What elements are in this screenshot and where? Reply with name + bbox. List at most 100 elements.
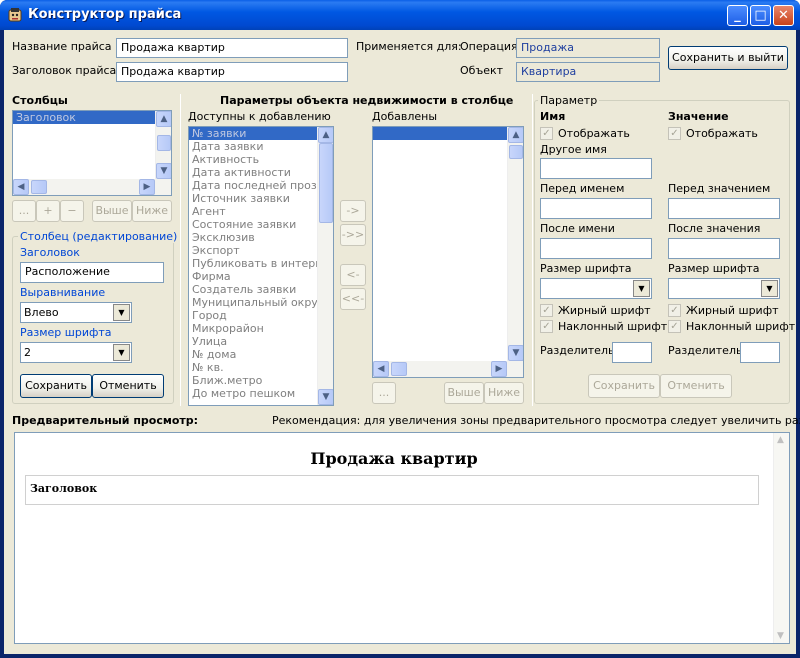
- add-column-button[interactable]: +: [36, 200, 60, 222]
- list-item[interactable]: Публиковать в интернет: [189, 257, 317, 270]
- column-up-button[interactable]: Выше: [92, 200, 132, 222]
- add-all-params-button[interactable]: ->>: [340, 224, 366, 246]
- maximize-button[interactable]: □: [750, 5, 771, 26]
- show-name-checkbox[interactable]: ✓: [540, 127, 553, 140]
- save-exit-button[interactable]: Сохранить и выйти: [668, 46, 788, 70]
- name-separator-input[interactable]: [612, 342, 652, 363]
- list-item[interactable]: Город: [189, 309, 317, 322]
- scroll-left-icon[interactable]: ◀: [13, 179, 29, 195]
- horizontal-scrollbar[interactable]: ◀ ▶: [13, 179, 171, 195]
- heading-input[interactable]: Расположение: [20, 262, 164, 283]
- list-item[interactable]: Ближ.метро: [189, 374, 317, 387]
- list-item[interactable]: Дата заявки: [189, 140, 317, 153]
- column-cancel-button[interactable]: Отменить: [92, 374, 164, 398]
- value-font-label: Размер шрифта: [668, 262, 760, 275]
- chevron-down-icon[interactable]: ▼: [761, 280, 778, 297]
- close-button[interactable]: ✕: [773, 5, 794, 26]
- before-value-input[interactable]: [668, 198, 780, 219]
- parameter-title: Параметр: [538, 94, 600, 107]
- param-up-button[interactable]: Выше: [444, 382, 484, 404]
- scroll-down-icon[interactable]: ▼: [318, 389, 333, 405]
- list-item[interactable]: № заявки: [189, 127, 317, 140]
- remove-column-button[interactable]: −: [60, 200, 84, 222]
- after-value-input[interactable]: [668, 238, 780, 259]
- list-item[interactable]: Дата активности: [189, 166, 317, 179]
- minimize-button[interactable]: _: [727, 5, 748, 26]
- columns-list[interactable]: Заголовок ▲ ▼ ◀ ▶: [12, 110, 172, 196]
- vertical-scrollbar[interactable]: ▲ ▼: [317, 127, 333, 405]
- check-icon: ✓: [542, 321, 551, 332]
- font-size-select[interactable]: 2 ▼: [20, 342, 132, 363]
- name-italic-checkbox[interactable]: ✓: [540, 320, 553, 333]
- list-item[interactable]: До метро пешком: [189, 387, 317, 400]
- after-name-input[interactable]: [540, 238, 652, 259]
- list-item[interactable]: Эксклюзив: [189, 231, 317, 244]
- scroll-down-icon[interactable]: ▼: [156, 163, 171, 179]
- before-name-input[interactable]: [540, 198, 652, 219]
- column-save-button[interactable]: Сохранить: [20, 374, 92, 398]
- available-label: Доступны к добавлению: [188, 110, 331, 123]
- scroll-up-icon[interactable]: ▲: [318, 127, 333, 143]
- price-title-input[interactable]: Продажа квартир: [116, 62, 348, 82]
- value-italic-checkbox[interactable]: ✓: [668, 320, 681, 333]
- list-item[interactable]: № кв.: [189, 361, 317, 374]
- added-list[interactable]: ▲ ▼ ◀ ▶: [372, 126, 524, 378]
- remove-param-button[interactable]: <-: [340, 264, 366, 286]
- column-more-button[interactable]: ...: [12, 200, 36, 222]
- list-item[interactable]: [373, 127, 507, 140]
- chevron-down-icon[interactable]: ▼: [633, 280, 650, 297]
- list-item[interactable]: Заголовок: [13, 111, 155, 124]
- list-item[interactable]: Агент: [189, 205, 317, 218]
- horizontal-scrollbar[interactable]: ◀ ▶: [373, 361, 523, 377]
- list-item[interactable]: Состояние заявки: [189, 218, 317, 231]
- scroll-down-icon[interactable]: ▼: [508, 345, 523, 361]
- chevron-down-icon[interactable]: ▼: [113, 344, 130, 361]
- list-item[interactable]: Создатель заявки: [189, 283, 317, 296]
- remove-all-params-button[interactable]: <<-: [340, 288, 366, 310]
- scroll-thumb[interactable]: [391, 362, 407, 376]
- column-down-button[interactable]: Ниже: [132, 200, 172, 222]
- scroll-thumb[interactable]: [509, 145, 523, 159]
- list-item[interactable]: Источник заявки: [189, 192, 317, 205]
- list-item[interactable]: № дома: [189, 348, 317, 361]
- scroll-up-icon[interactable]: ▲: [777, 435, 784, 445]
- list-item[interactable]: Фирма: [189, 270, 317, 283]
- param-down-button[interactable]: Ниже: [484, 382, 524, 404]
- list-item[interactable]: Муниципальный округ: [189, 296, 317, 309]
- preview-scrollbar[interactable]: ▲ ▼: [773, 433, 789, 643]
- scroll-down-icon[interactable]: ▼: [777, 631, 784, 641]
- scroll-thumb[interactable]: [31, 180, 47, 194]
- scroll-thumb[interactable]: [319, 143, 333, 223]
- param-cancel-button[interactable]: Отменить: [660, 374, 732, 398]
- preview-area[interactable]: Продажа квартир Заголовок ▲ ▼: [14, 432, 790, 644]
- name-font-select[interactable]: ▼: [540, 278, 652, 299]
- list-item[interactable]: Активность: [189, 153, 317, 166]
- vertical-scrollbar[interactable]: ▲ ▼: [507, 127, 523, 361]
- other-name-input[interactable]: [540, 158, 652, 179]
- scroll-left-icon[interactable]: ◀: [373, 361, 389, 377]
- available-list[interactable]: № заявки Дата заявки Активность Дата акт…: [188, 126, 334, 406]
- param-save-button[interactable]: Сохранить: [588, 374, 660, 398]
- name-bold-checkbox[interactable]: ✓: [540, 304, 553, 317]
- scroll-right-icon[interactable]: ▶: [491, 361, 507, 377]
- value-bold-checkbox[interactable]: ✓: [668, 304, 681, 317]
- scroll-up-icon[interactable]: ▲: [156, 111, 171, 127]
- add-param-button[interactable]: ->: [340, 200, 366, 222]
- list-item[interactable]: Экспорт: [189, 244, 317, 257]
- price-name-input[interactable]: Продажа квартир: [116, 38, 348, 58]
- scroll-thumb[interactable]: [157, 135, 171, 151]
- list-item[interactable]: Микрорайон: [189, 322, 317, 335]
- show-value-checkbox[interactable]: ✓: [668, 127, 681, 140]
- value-font-select[interactable]: ▼: [668, 278, 780, 299]
- vertical-scrollbar[interactable]: ▲ ▼: [155, 111, 171, 179]
- list-item[interactable]: Дата последней прозво: [189, 179, 317, 192]
- value-separator-input[interactable]: [740, 342, 780, 363]
- param-more-button[interactable]: ...: [372, 382, 396, 404]
- title-bar[interactable]: Конструктор прайса _ □ ✕: [0, 0, 800, 30]
- list-item[interactable]: Улица: [189, 335, 317, 348]
- align-select[interactable]: Влево ▼: [20, 302, 132, 323]
- chevron-down-icon[interactable]: ▼: [113, 304, 130, 321]
- scroll-up-icon[interactable]: ▲: [508, 127, 523, 143]
- separator: [532, 94, 533, 406]
- scroll-right-icon[interactable]: ▶: [139, 179, 155, 195]
